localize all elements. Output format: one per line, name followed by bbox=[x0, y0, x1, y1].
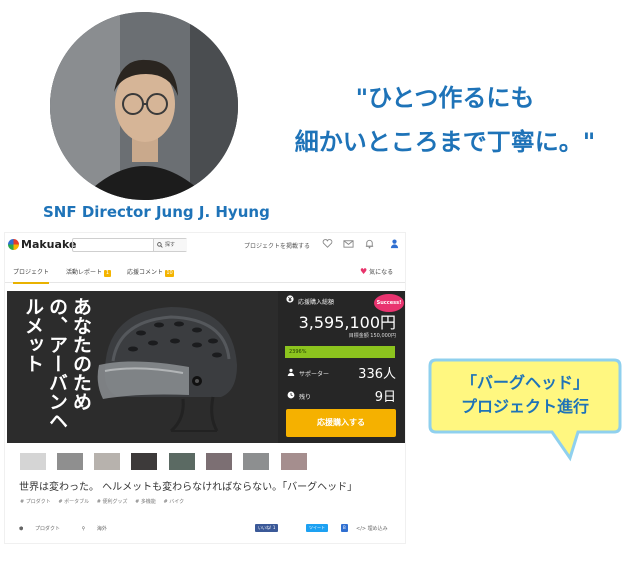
bell-icon[interactable] bbox=[364, 238, 375, 249]
thumbnail[interactable] bbox=[131, 453, 157, 470]
favorite-label: 気になる bbox=[369, 269, 394, 276]
heart-icon[interactable] bbox=[322, 238, 333, 249]
thumbnail[interactable] bbox=[57, 453, 83, 470]
director-portrait bbox=[50, 12, 238, 200]
project-tabs: プロジェクト 活動レポート 1 応援コメント 10 ♥ 気になる bbox=[5, 259, 405, 284]
supporters-value: 336人 bbox=[358, 367, 396, 382]
remaining-label: 残り bbox=[299, 394, 312, 401]
post-project-link[interactable]: プロジェクトを掲載する bbox=[244, 241, 310, 250]
favorite-button[interactable]: ♥ 気になる bbox=[360, 267, 393, 276]
supporters-label: サポーター bbox=[299, 371, 330, 378]
quote-line-1: "ひとつ作るにも bbox=[355, 84, 535, 112]
bubble-line-1: 「バーグヘッド」 bbox=[460, 373, 589, 392]
thumbnail[interactable] bbox=[20, 453, 46, 470]
thumbnail[interactable] bbox=[206, 453, 232, 470]
favorite-heart-icon: ♥ bbox=[360, 267, 368, 276]
activity-count-badge: 1 bbox=[104, 270, 112, 277]
search-button-label: 探す bbox=[165, 242, 176, 248]
location-label: 海外 bbox=[96, 526, 107, 532]
tag-item[interactable]: # 便利グッズ bbox=[97, 499, 128, 505]
bookmark-icon[interactable]: B bbox=[341, 524, 348, 532]
search-input[interactable]: 探す bbox=[72, 238, 187, 252]
pin-icon: ⚲ bbox=[81, 526, 86, 532]
location-link[interactable]: ⚲ 海外 bbox=[82, 526, 117, 532]
tweet-button[interactable]: ツイート bbox=[306, 524, 328, 532]
facebook-like-button[interactable]: いいね! 1 bbox=[255, 524, 279, 532]
helmet-image bbox=[97, 307, 238, 433]
person-icon bbox=[287, 368, 295, 376]
tab-activity-label: 活動レポート bbox=[66, 269, 103, 276]
thumbnail[interactable] bbox=[243, 453, 269, 470]
speech-bubble: 「バーグヘッド」 プロジェクト進行 bbox=[428, 358, 622, 462]
tag-item[interactable]: # バイク bbox=[164, 499, 185, 505]
project-title: 世界は変わった。 ヘルメットも変わらなければならない。「バーグヘッド」 bbox=[19, 482, 358, 493]
total-label: 応援購入総額 bbox=[298, 299, 335, 306]
funding-panel: 応援購入総額 Success! 3,595,100円 目標金額 150,000円… bbox=[278, 291, 405, 443]
tag-item[interactable]: # ポータブル bbox=[58, 499, 89, 505]
progress-bar: 2396% bbox=[285, 346, 395, 358]
tab-comments-label: 応援コメント bbox=[127, 269, 164, 276]
category-label: プロダクト bbox=[34, 526, 60, 532]
thumbnail[interactable] bbox=[281, 453, 307, 470]
tag-list: # プロダクト # ポータブル # 便利グッズ # 多機能 # バイク bbox=[20, 498, 190, 505]
thumbnail[interactable] bbox=[169, 453, 195, 470]
tab-project[interactable]: プロジェクト bbox=[13, 267, 50, 284]
bubble-text: 「バーグヘッド」 プロジェクト進行 bbox=[428, 371, 622, 419]
remaining-value: 9日 bbox=[374, 390, 396, 405]
user-icon[interactable] bbox=[389, 238, 400, 249]
support-purchase-button[interactable]: 応援購入する bbox=[286, 409, 396, 437]
search-button[interactable]: 探す bbox=[153, 239, 187, 251]
project-meta: ⬢ プロダクト ⚲ 海外 bbox=[19, 525, 127, 532]
makuake-header: Makuake 探す プロジェクトを掲載する bbox=[5, 233, 405, 257]
comments-count-badge: 10 bbox=[165, 270, 175, 277]
clock-icon bbox=[287, 391, 295, 399]
mail-icon[interactable] bbox=[343, 238, 354, 249]
progress-text: 2396% bbox=[289, 349, 307, 355]
thumbnail[interactable] bbox=[94, 453, 120, 470]
tag-icon: ⬢ bbox=[19, 526, 24, 532]
goal-amount: 目標金額 150,000円 bbox=[348, 333, 396, 339]
total-amount: 3,595,100円 bbox=[298, 313, 396, 332]
brand-name[interactable]: Makuake bbox=[21, 238, 76, 251]
search-icon bbox=[157, 241, 163, 248]
hero-image[interactable]: あなたのための、アーバンヘルメット bbox=[7, 291, 278, 443]
yen-icon bbox=[286, 295, 294, 303]
makuake-logo-icon bbox=[8, 239, 19, 250]
embed-link[interactable]: </> 埋め込み bbox=[356, 525, 388, 532]
bubble-line-2: プロジェクト進行 bbox=[460, 397, 589, 416]
embed-label: 埋め込み bbox=[367, 526, 388, 532]
tag-item[interactable]: # 多機能 bbox=[135, 499, 156, 505]
quote-line-2: 細かいところまで丁寧に。" bbox=[294, 128, 596, 156]
tab-support-comments[interactable]: 応援コメント 10 bbox=[127, 267, 175, 277]
tag-item[interactable]: # プロダクト bbox=[20, 499, 51, 505]
director-caption: SNF Director Jung J. Hyung bbox=[43, 203, 270, 221]
tab-project-label: プロジェクト bbox=[13, 269, 50, 276]
tab-activity-report[interactable]: 活動レポート 1 bbox=[66, 267, 112, 277]
makuake-screenshot: Makuake 探す プロジェクトを掲載する プロジェクト 活動レポート 1 応援… bbox=[4, 232, 406, 544]
hero-catchphrase: あなたのための、アーバンヘルメット bbox=[22, 297, 92, 430]
category-link[interactable]: ⬢ プロダクト bbox=[19, 526, 70, 532]
headline-quote: "ひとつ作るにも 細かいところまで丁寧に。" bbox=[255, 76, 635, 164]
